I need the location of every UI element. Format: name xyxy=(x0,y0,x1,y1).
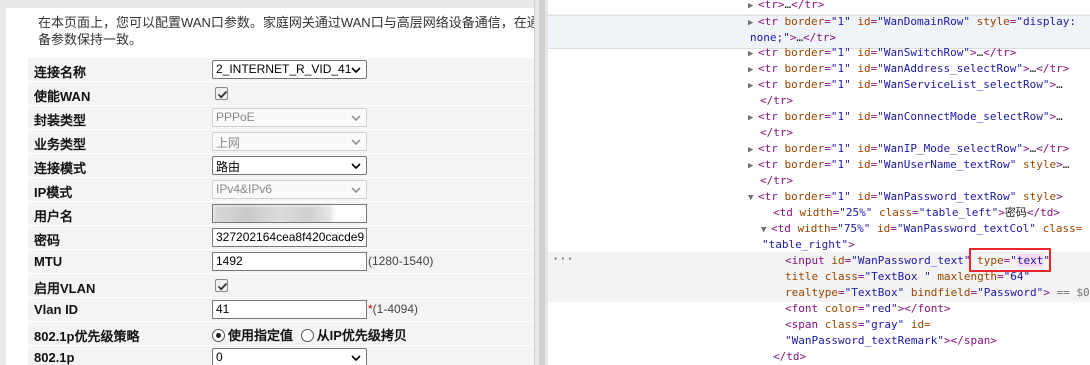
redacted-blur xyxy=(213,205,333,222)
intro-line-2: 备参数保持一致。 xyxy=(38,32,143,47)
dom-node-td-close: </td> xyxy=(773,350,807,363)
row-connection-name: 连接名称 2_INTERNET_R_VID_41 xyxy=(28,58,534,82)
ip-mode-label: IP模式 xyxy=(34,185,73,200)
connection-name-label: 连接名称 xyxy=(34,65,87,80)
row-username: 用户名 xyxy=(28,202,534,226)
connection-name-select[interactable]: 2_INTERNET_R_VID_41 xyxy=(212,60,367,79)
row-mtu: MTU 1492 (1280-1540) xyxy=(28,250,534,274)
expand-arrow-icon[interactable]: ▶ xyxy=(748,158,758,174)
dom-node-wan-switch-row[interactable]: ▶ <tr border="1" id="WanSwitchRow">…</tr> xyxy=(748,45,1016,61)
row-encap-type: 封装类型 PPPoE xyxy=(28,106,534,130)
encap-type-select[interactable]: PPPoE xyxy=(212,108,367,127)
dom-node-td-password-col[interactable]: ▼ <td width="75%" id="WanPassword_textCol… xyxy=(761,221,1082,237)
chevron-down-icon xyxy=(351,355,361,362)
dom-node-wan-domain-row[interactable]: ▶ <tr border="1" id="WanDomainRow" style=… xyxy=(748,14,1076,30)
row-conn-mode: 连接模式 路由 xyxy=(28,154,534,178)
intro-text: 在本页面上，您可以配置WAN口参数。家庭网关通过WAN口与高层网络设备通信，在通… xyxy=(38,14,534,48)
enable-wan-checkbox[interactable] xyxy=(215,87,228,100)
collapse-arrow-icon[interactable]: ▼ xyxy=(761,222,771,238)
vlan-id-input[interactable]: 41 xyxy=(212,300,367,319)
dom-node-wan-username-row[interactable]: ▶ <tr border="1" id="WanUserName_textRow"… xyxy=(748,157,1069,173)
dot1p-policy-label: 802.1p优先级策略 xyxy=(34,329,140,344)
chevron-down-icon xyxy=(351,67,361,74)
mtu-label: MTU xyxy=(34,254,63,269)
dom-node-span-remark[interactable]: <span class="gray" id= xyxy=(785,317,931,333)
row-dot1p-policy: 802.1p优先级策略 使用指定值 从IP优先级拷贝 xyxy=(28,322,534,346)
row-dot1p: 802.1p 0 xyxy=(28,346,534,365)
password-label: 密码 xyxy=(34,233,61,248)
vlan-id-hint: *(1-4094) xyxy=(368,302,419,316)
dot1p-policy-radios: 使用指定值 从IP优先级拷贝 xyxy=(212,325,407,344)
scrollbar[interactable] xyxy=(539,0,545,365)
chevron-down-icon xyxy=(351,139,361,146)
chevron-down-icon xyxy=(351,163,361,170)
dom-node-tr-collapsed[interactable]: ▶ <tr>…</tr> xyxy=(748,0,824,13)
enable-vlan-label: 启用VLAN xyxy=(34,281,96,296)
row-service-type: 业务类型 上网 xyxy=(28,130,534,154)
vlan-id-label: Vlan ID xyxy=(34,302,79,317)
router-config-page: 在本页面上，您可以配置WAN口参数。家庭网关通过WAN口与高层网络设备通信，在通… xyxy=(0,0,534,365)
dom-node-wan-domain-row-cont: none;">…</tr> xyxy=(750,31,837,44)
dom-node-font-red[interactable]: <font color="red"></font> xyxy=(785,301,951,317)
row-enable-wan: 使能WAN xyxy=(28,82,534,106)
checkmark-icon xyxy=(217,90,228,99)
username-input[interactable] xyxy=(212,204,367,223)
dot1p-select[interactable]: 0 xyxy=(212,348,367,365)
left-edge xyxy=(0,0,6,365)
collapse-arrow-icon[interactable]: ▼ xyxy=(748,190,758,206)
expand-arrow-icon[interactable]: ▶ xyxy=(748,15,758,31)
wan-config-form: 连接名称 2_INTERNET_R_VID_41 使能WAN 封装类型 PPPo… xyxy=(28,58,534,365)
conn-mode-label: 连接模式 xyxy=(34,161,87,176)
enable-wan-label: 使能WAN xyxy=(34,89,91,104)
dom-node-td-password-label[interactable]: <td width="25%" class="table_left">密码</t… xyxy=(773,205,1060,221)
expand-arrow-icon[interactable]: ▶ xyxy=(748,46,758,62)
password-input[interactable]: 327202164cea8f420cacde9 xyxy=(212,228,367,247)
dom-node-wan-service-row[interactable]: ▶ <tr border="1" id="WanServiceList_selec… xyxy=(748,77,1063,93)
dom-node-input-attrs-2: realtype="TextBox" bindfield="Password">… xyxy=(785,286,1090,299)
radio-use-specified[interactable] xyxy=(212,329,225,342)
radio-copy-ip-priority[interactable] xyxy=(300,329,314,342)
chevron-down-icon xyxy=(351,115,361,122)
pane-splitter[interactable] xyxy=(534,0,548,365)
top-bar xyxy=(0,0,534,8)
row-enable-vlan: 启用VLAN xyxy=(28,274,534,298)
row-vlan-id: Vlan ID 41 *(1-4094) xyxy=(28,298,534,322)
ip-mode-select[interactable]: IPv4&IPv6 xyxy=(212,180,367,199)
dom-node-wan-ip-mode-row[interactable]: ▶ <tr border="1" id="WanIP_Mode_selectRow… xyxy=(748,141,1069,157)
expand-arrow-icon[interactable]: ▶ xyxy=(748,78,758,94)
dom-node-wan-connect-mode-row[interactable]: ▶ <tr border="1" id="WanConnectMode_selec… xyxy=(748,109,1063,125)
service-type-select[interactable]: 上网 xyxy=(212,132,367,151)
encap-type-label: 封装类型 xyxy=(34,113,87,128)
devtools-elements-panel: ▶ <tr>…</tr> ▶ <tr border="1" id="WanDomai… xyxy=(548,0,1090,365)
service-type-label: 业务类型 xyxy=(34,137,87,152)
expand-arrow-icon[interactable]: ▶ xyxy=(748,0,758,14)
radio-use-specified-label: 使用指定值 xyxy=(228,328,294,343)
intro-line-1: 在本页面上，您可以配置WAN口参数。家庭网关通过WAN口与高层网络设备通信，在通 xyxy=(38,15,534,30)
dot1p-label: 802.1p xyxy=(34,350,75,365)
expand-arrow-icon[interactable]: ▶ xyxy=(748,142,758,158)
mtu-input[interactable]: 1492 xyxy=(212,252,367,271)
row-password: 密码 327202164cea8f420cacde9 xyxy=(28,226,534,250)
enable-vlan-checkbox[interactable] xyxy=(215,279,228,292)
mtu-range-hint: (1280-1540) xyxy=(368,254,434,268)
expand-arrow-icon[interactable]: ▶ xyxy=(748,110,758,126)
conn-mode-select[interactable]: 路由 xyxy=(212,156,367,175)
dom-node-wan-address-row[interactable]: ▶ <tr border="1" id="WanAddress_selectRow… xyxy=(748,61,1069,77)
checkmark-icon xyxy=(217,282,228,291)
dom-node-input-attrs: title class="TextBox " maxlength="64" xyxy=(785,270,1031,283)
expand-arrow-icon[interactable]: ▶ xyxy=(748,62,758,78)
selected-node-marker: == $0 xyxy=(1056,286,1090,299)
username-label: 用户名 xyxy=(34,209,74,224)
more-options-icon[interactable]: ··· xyxy=(552,252,574,266)
chevron-down-icon xyxy=(351,187,361,194)
row-ip-mode: IP模式 IPv4&IPv6 xyxy=(28,178,534,202)
dom-node-wan-password-row[interactable]: ▼ <tr border="1" id="WanPassword_textRow"… xyxy=(748,189,1063,205)
radio-copy-ip-priority-label: 从IP优先级拷贝 xyxy=(316,328,407,343)
